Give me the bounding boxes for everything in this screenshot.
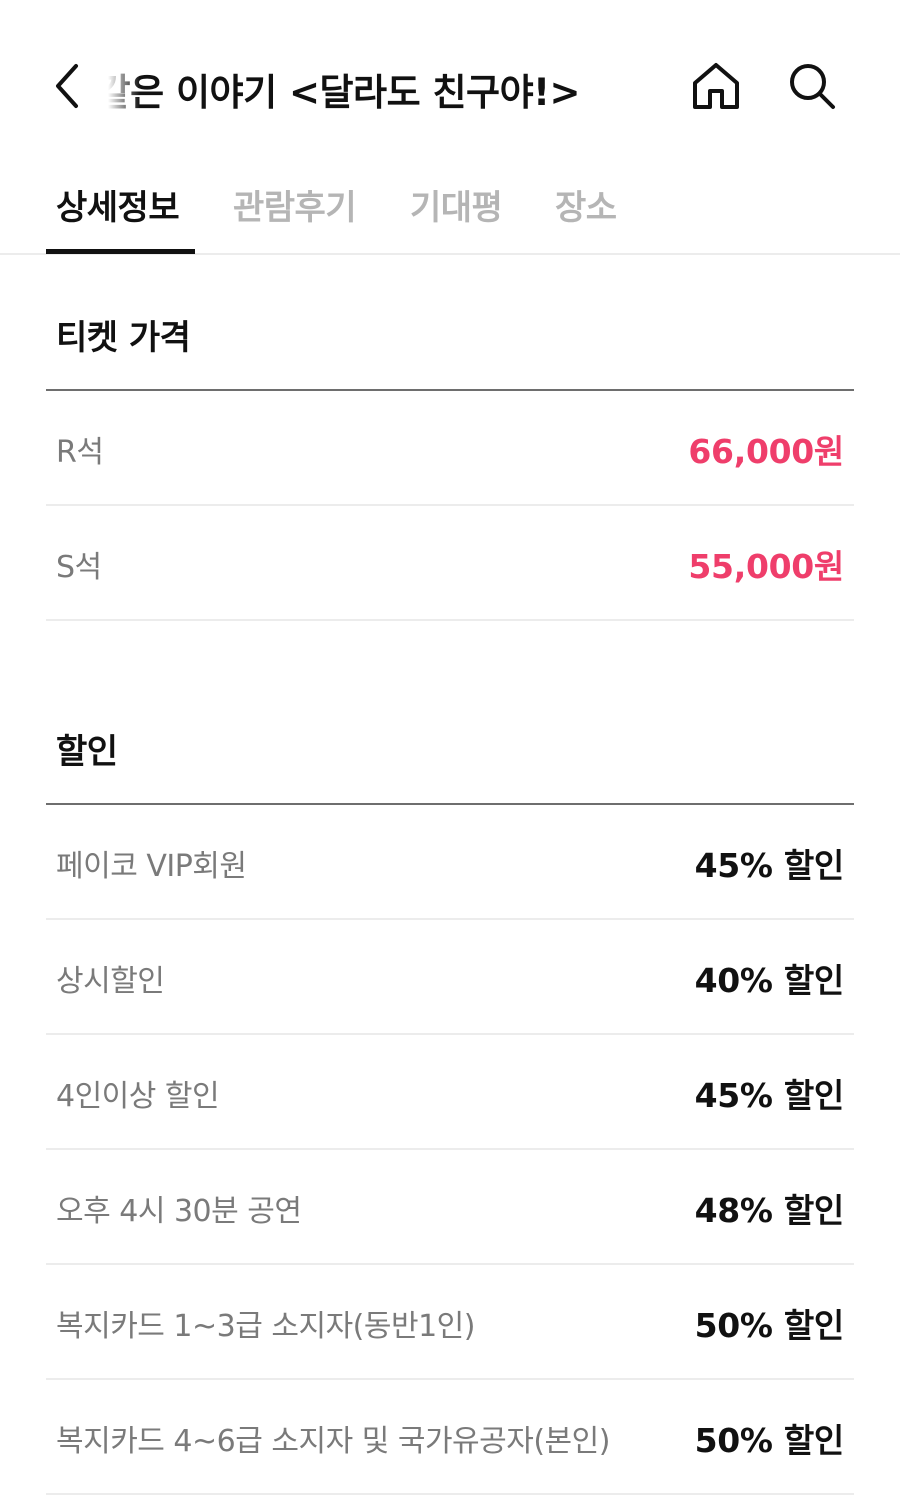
- search-icon: [790, 64, 835, 109]
- active-tab-indicator: [46, 249, 195, 254]
- discount-row: 오후 4시 30분 공연 48% 할인: [46, 1150, 854, 1265]
- tab-bar: 상세정보 관람후기 기대평 장소: [0, 160, 900, 255]
- discount-row-label: 복지카드 4~6급 소지자 및 국가유공자(본인): [56, 1424, 610, 1459]
- price-row: R석 66,000원: [46, 391, 854, 506]
- discount-row-value: 45% 할인: [694, 846, 845, 885]
- discount-row: 복지카드 1~3급 소지자(동반1인) 50% 할인: [46, 1265, 854, 1380]
- title-fade: [100, 56, 140, 116]
- chevron-left-icon: [56, 64, 78, 108]
- ticket-price-heading: 티켓 가격: [56, 318, 191, 358]
- discount-row: 4인이상 할인 45% 할인: [46, 1035, 854, 1150]
- discount-row-value: 50% 할인: [694, 1421, 845, 1460]
- discount-row: 페이코 VIP회원 45% 할인: [46, 805, 854, 920]
- discount-row-value: 45% 할인: [694, 1076, 845, 1115]
- discount-row-value: 40% 할인: [694, 961, 845, 1000]
- page-title-container: 같은 이야기 <달라도 친구야!>: [100, 56, 670, 116]
- search-button[interactable]: [784, 58, 840, 114]
- discount-row-label: 페이코 VIP회원: [56, 849, 247, 884]
- discount-row-value: 48% 할인: [694, 1191, 845, 1230]
- top-app-bar: 같은 이야기 <달라도 친구야!>: [0, 0, 900, 160]
- discount-row-label: 상시할인: [56, 964, 165, 999]
- page-title: 같은 이야기 <달라도 친구야!>: [100, 71, 581, 114]
- tab-reviews[interactable]: 관람후기: [233, 180, 357, 229]
- discount-row: 복지카드 4~6급 소지자 및 국가유공자(본인) 50% 할인: [46, 1380, 854, 1495]
- price-row-label: S석: [56, 550, 102, 585]
- discount-row-label: 오후 4시 30분 공연: [56, 1194, 302, 1229]
- home-button[interactable]: [688, 58, 744, 114]
- price-row-label: R석: [56, 435, 104, 470]
- discount-row: 상시할인 40% 할인: [46, 920, 854, 1035]
- back-button[interactable]: [44, 58, 88, 114]
- tab-expectations[interactable]: 기대평: [410, 180, 503, 229]
- price-row-value: 55,000원: [688, 547, 844, 586]
- price-row-value: 66,000원: [688, 432, 844, 471]
- discount-row-label: 복지카드 1~3급 소지자(동반1인): [56, 1309, 475, 1344]
- tab-venue[interactable]: 장소: [555, 180, 617, 229]
- discount-heading: 할인: [56, 732, 118, 772]
- home-icon: [693, 63, 739, 109]
- price-row: S석 55,000원: [46, 506, 854, 621]
- tab-detail-info[interactable]: 상세정보: [56, 180, 180, 229]
- discount-row-label: 4인이상 할인: [56, 1079, 220, 1114]
- discount-row-value: 50% 할인: [694, 1306, 845, 1345]
